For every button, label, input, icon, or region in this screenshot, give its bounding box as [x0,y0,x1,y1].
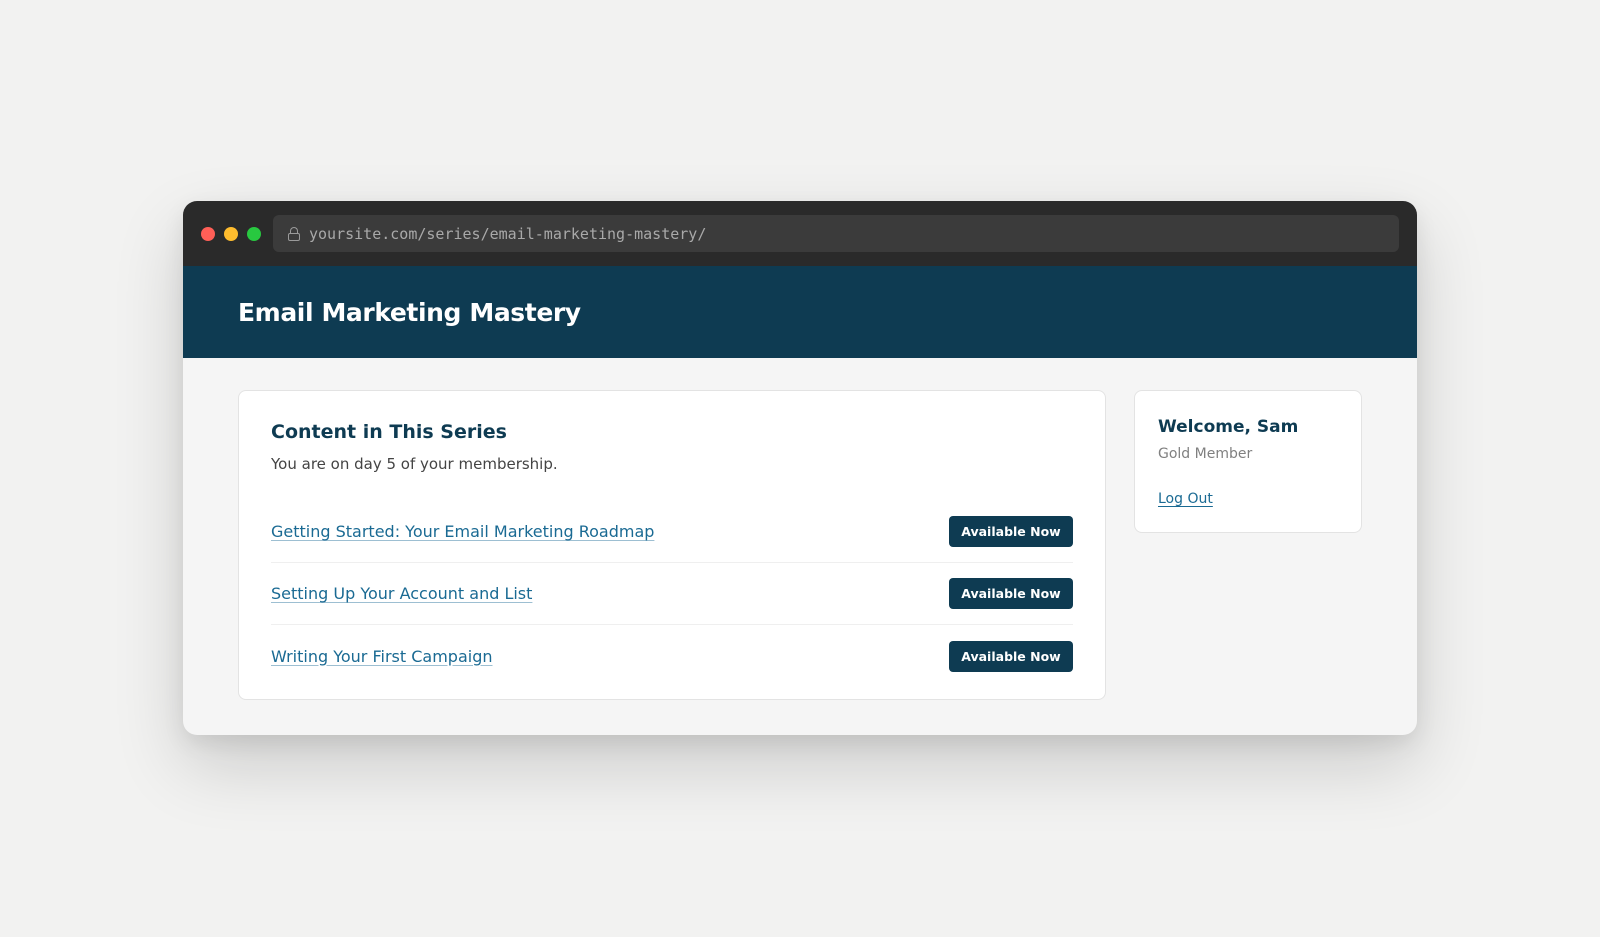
browser-titlebar: yoursite.com/series/email-marketing-mast… [183,201,1417,266]
series-heading: Content in This Series [271,421,507,443]
available-now-button[interactable]: Available Now [949,516,1073,547]
address-bar[interactable]: yoursite.com/series/email-marketing-mast… [273,215,1399,252]
site-title: Email Marketing Mastery [238,297,581,327]
available-now-button[interactable]: Available Now [949,640,1073,672]
main-content: Content in This Series You are on day 5 … [183,358,1417,700]
series-item-link[interactable]: Writing Your First Campaign [271,647,493,666]
series-item-link[interactable]: Getting Started: Your Email Marketing Ro… [271,522,654,541]
browser-window: yoursite.com/series/email-marketing-mast… [183,201,1417,735]
minimize-window-button[interactable] [224,226,238,241]
window-controls [201,226,261,241]
list-item: Writing Your First Campaign Available No… [271,625,1073,687]
maximize-window-button[interactable] [247,226,261,241]
member-card: Welcome, Sam Gold Member Log Out [1134,390,1362,533]
close-window-button[interactable] [201,226,215,241]
url-text: yoursite.com/series/email-marketing-mast… [309,224,707,243]
series-content-card: Content in This Series You are on day 5 … [238,390,1106,700]
membership-day-text: You are on day 5 of your membership. [271,455,558,473]
series-item-link[interactable]: Setting Up Your Account and List [271,584,532,603]
site-header: Email Marketing Mastery [183,266,1417,358]
welcome-heading: Welcome, Sam [1158,417,1299,437]
list-item: Getting Started: Your Email Marketing Ro… [271,501,1073,563]
logout-link[interactable]: Log Out [1158,491,1213,507]
available-now-button[interactable]: Available Now [949,578,1073,609]
series-list: Getting Started: Your Email Marketing Ro… [271,501,1073,687]
membership-level: Gold Member [1158,446,1253,462]
lock-icon [287,226,301,242]
list-item: Setting Up Your Account and List Availab… [271,563,1073,625]
